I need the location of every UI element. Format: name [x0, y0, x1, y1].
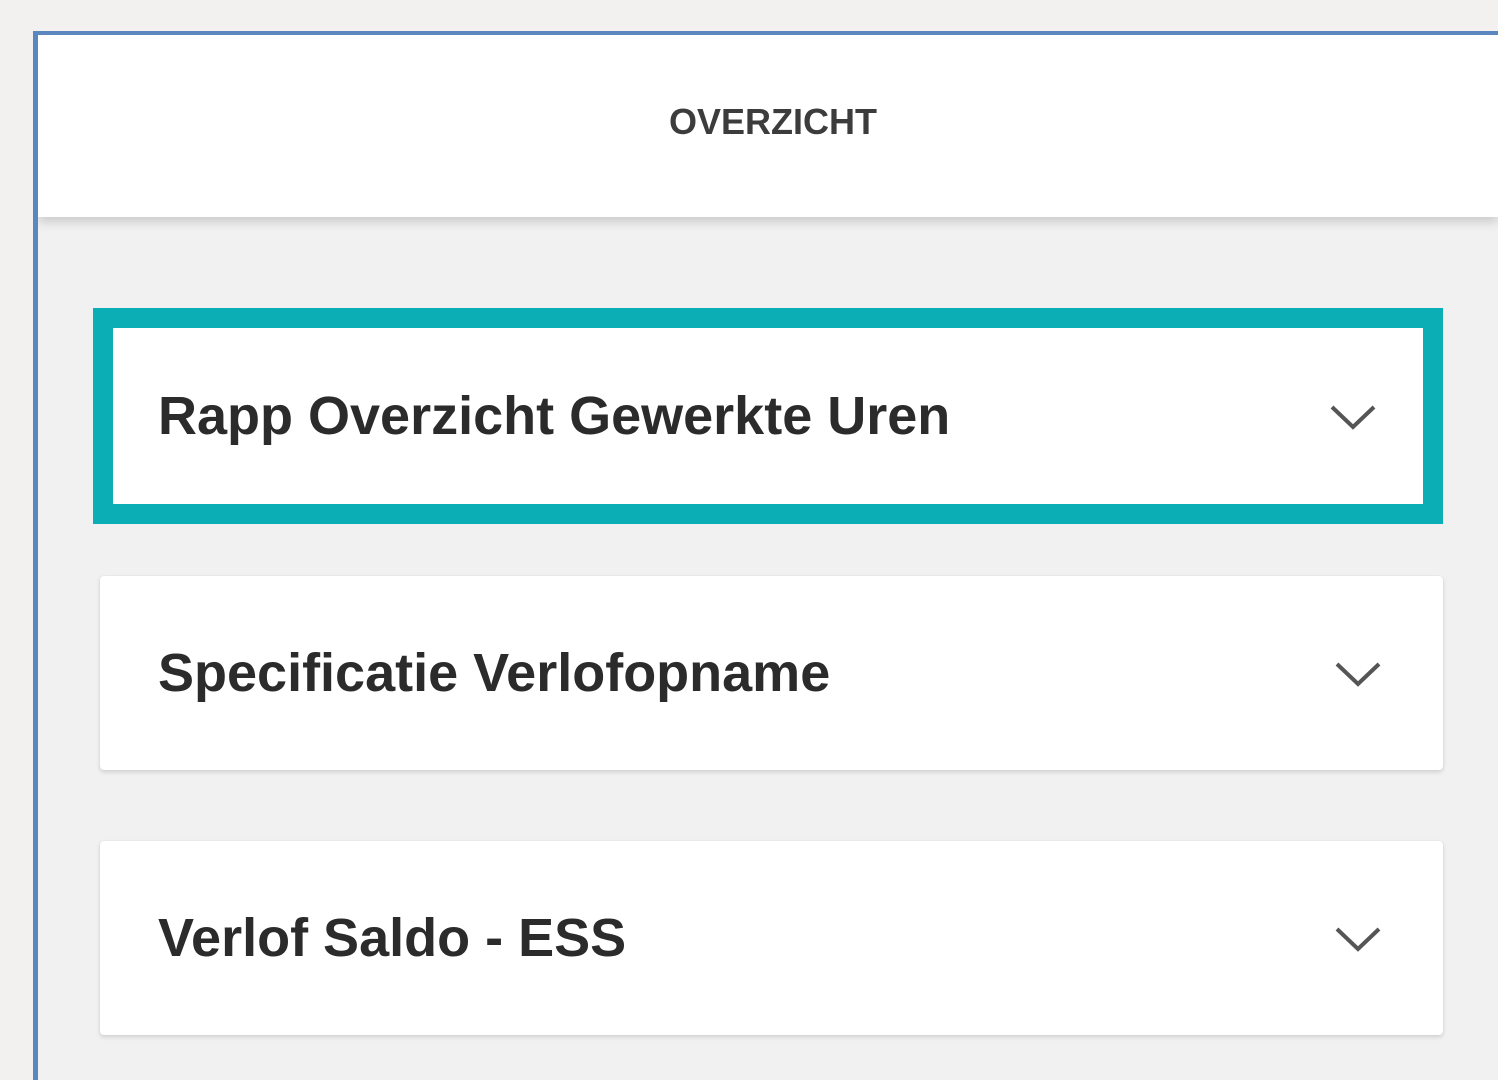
page-title: OVERZICHT [668, 101, 877, 142]
page-header: OVERZICHT [38, 35, 1498, 217]
section-label: Verlof Saldo - ESS [158, 908, 627, 968]
section-label: Rapp Overzicht Gewerkte Uren [158, 386, 951, 446]
chevron-down-icon[interactable] [1333, 648, 1383, 698]
chevron-down-icon[interactable] [1333, 913, 1383, 963]
section-verlof-saldo-ess[interactable]: Verlof Saldo - ESS [100, 841, 1443, 1035]
section-specificatie-verlofopname[interactable]: Specificatie Verlofopname [100, 576, 1443, 770]
section-label: Specificatie Verlofopname [158, 643, 831, 703]
app-panel: OVERZICHT Rapp Overzicht Gewerkte Uren S… [33, 31, 1498, 1080]
chevron-down-icon[interactable] [1328, 391, 1378, 441]
section-rapp-overzicht-gewerkte-uren[interactable]: Rapp Overzicht Gewerkte Uren [93, 308, 1443, 524]
